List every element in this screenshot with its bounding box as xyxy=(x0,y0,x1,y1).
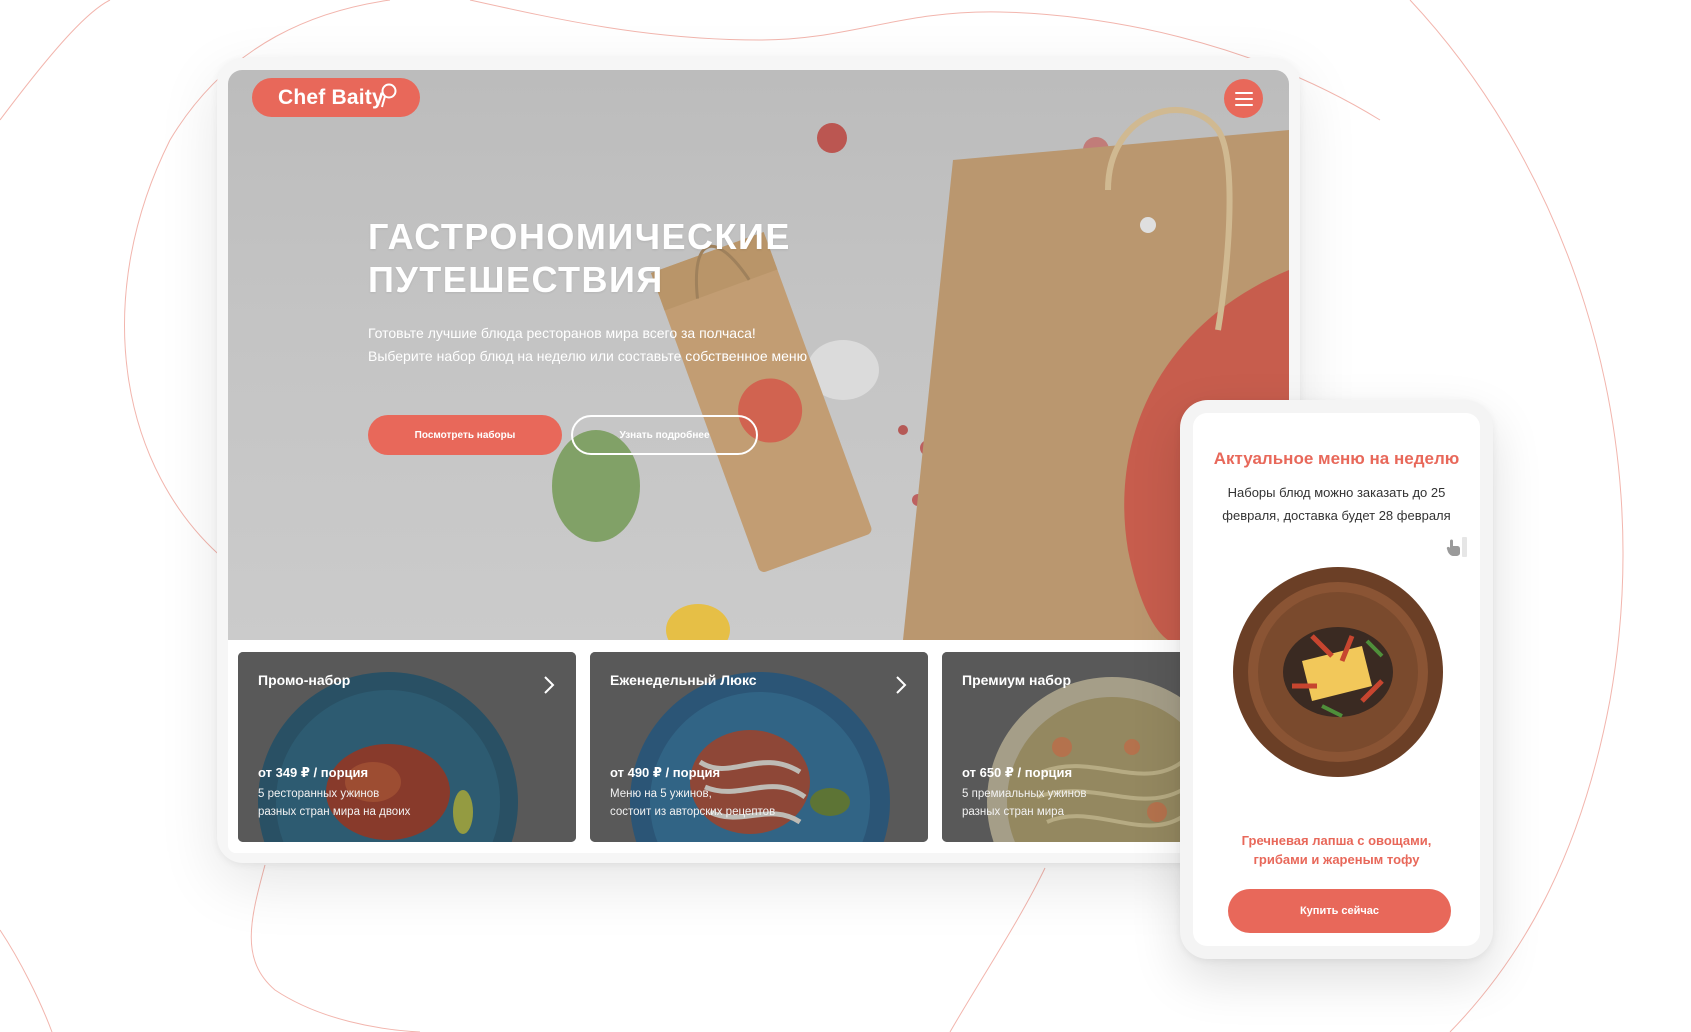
card-price: от 490 ₽ / порция xyxy=(610,765,721,780)
logo-text: Chef Baity xyxy=(278,86,384,109)
card-title: Премиум набор xyxy=(962,672,1072,688)
phone-mockup: Актуальное меню на неделю Наборы блюд мо… xyxy=(1180,400,1493,959)
card-description-line: Меню на 5 ужинов, xyxy=(610,788,712,800)
weekly-menu-description-line: февраля, доставка будет 28 февраля xyxy=(1222,508,1451,523)
weekly-menu-title: Актуальное меню на неделю xyxy=(1213,449,1460,468)
card-title: Промо-набор xyxy=(258,672,351,688)
hero-subtitle: Готовьте лучшие блюда ресторанов мира вс… xyxy=(368,322,928,368)
hamburger-icon-line xyxy=(1234,103,1253,106)
card-title: Еженедельный Люкс xyxy=(610,672,757,688)
card-description-line: состоит из авторских рецептов xyxy=(610,806,776,818)
card-description-line: разных стран мира на двоих xyxy=(258,806,411,818)
hero-title-line: ПУТЕШЕСТВИЯ xyxy=(368,259,664,300)
dish-photo xyxy=(1233,567,1443,777)
card-price: от 349 ₽ / порция xyxy=(258,765,369,780)
view-sets-button[interactable]: Посмотреть наборы xyxy=(368,415,562,455)
dish-name-line: грибами и жареным тофу xyxy=(1253,852,1420,867)
learn-more-button[interactable]: Узнать подробнее xyxy=(571,415,758,455)
hero-subtitle-line: Готовьте лучшие блюда ресторанов мира вс… xyxy=(368,325,756,341)
hand-pointer-icon xyxy=(1446,537,1467,557)
hero-subtitle-line: Выберите набор блюд на неделю или состав… xyxy=(368,348,808,364)
dish-name: Гречневая лапша с овощами, грибами и жар… xyxy=(1193,831,1480,869)
hamburger-menu-button[interactable] xyxy=(1224,79,1263,118)
hero-title: ГАСТРОНОМИЧЕСКИЕ ПУТЕШЕСТВИЯ xyxy=(368,215,928,301)
set-card-promo[interactable]: Промо-набор от 349 ₽ / порция 5 ресторан… xyxy=(238,652,576,842)
buy-now-button[interactable]: Купить сейчас xyxy=(1228,889,1451,933)
card-description-line: разных стран мира xyxy=(962,806,1064,818)
weekly-menu-description: Наборы блюд можно заказать до 25 февраля… xyxy=(1193,481,1480,527)
card-price: от 650 ₽ / порция xyxy=(962,765,1073,780)
chevron-right-icon[interactable] xyxy=(894,674,908,696)
weekly-menu-description-line: Наборы блюд можно заказать до 25 xyxy=(1227,485,1446,500)
chef-hat-logo-icon xyxy=(381,83,397,108)
tablet-screen: Chef Baity ГАСТРОНОМИЧЕСКИЕ ПУТЕШЕСТВИЯ … xyxy=(228,70,1289,853)
card-description-line: 5 премиальных ужинов xyxy=(962,788,1087,800)
hamburger-icon-line xyxy=(1234,97,1253,100)
hero-title-line: ГАСТРОНОМИЧЕСКИЕ xyxy=(368,216,791,257)
hero-section: Chef Baity ГАСТРОНОМИЧЕСКИЕ ПУТЕШЕСТВИЯ … xyxy=(228,70,1289,640)
tablet-mockup: Chef Baity ГАСТРОНОМИЧЕСКИЕ ПУТЕШЕСТВИЯ … xyxy=(217,58,1300,863)
brand-logo[interactable]: Chef Baity xyxy=(252,78,420,117)
chevron-right-icon[interactable] xyxy=(542,674,556,696)
phone-screen: Актуальное меню на неделю Наборы блюд мо… xyxy=(1193,413,1480,946)
hamburger-icon xyxy=(1234,91,1253,94)
card-description: 5 ресторанных ужинов разных стран мира н… xyxy=(258,785,410,821)
card-description: Меню на 5 ужинов, состоит из авторских р… xyxy=(610,785,775,821)
card-description-line: 5 ресторанных ужинов xyxy=(258,788,380,800)
set-card-weekly-lux[interactable]: Еженедельный Люкс от 490 ₽ / порция Меню… xyxy=(590,652,928,842)
card-description: 5 премиальных ужинов разных стран мира xyxy=(962,785,1086,821)
sets-cards-row: Промо-набор от 349 ₽ / порция 5 ресторан… xyxy=(228,640,1289,853)
dish-name-line: Гречневая лапша с овощами, xyxy=(1241,833,1432,848)
